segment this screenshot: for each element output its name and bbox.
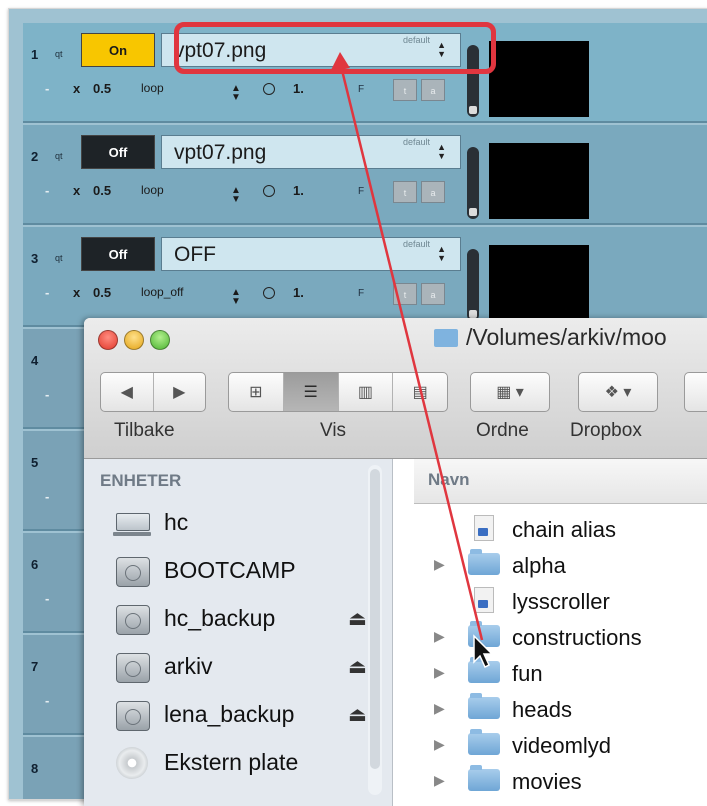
- arrow-line: [338, 61, 484, 641]
- mouse-cursor-icon: [473, 634, 494, 669]
- annotation-arrow: [330, 52, 494, 669]
- arrow-head: [330, 52, 350, 72]
